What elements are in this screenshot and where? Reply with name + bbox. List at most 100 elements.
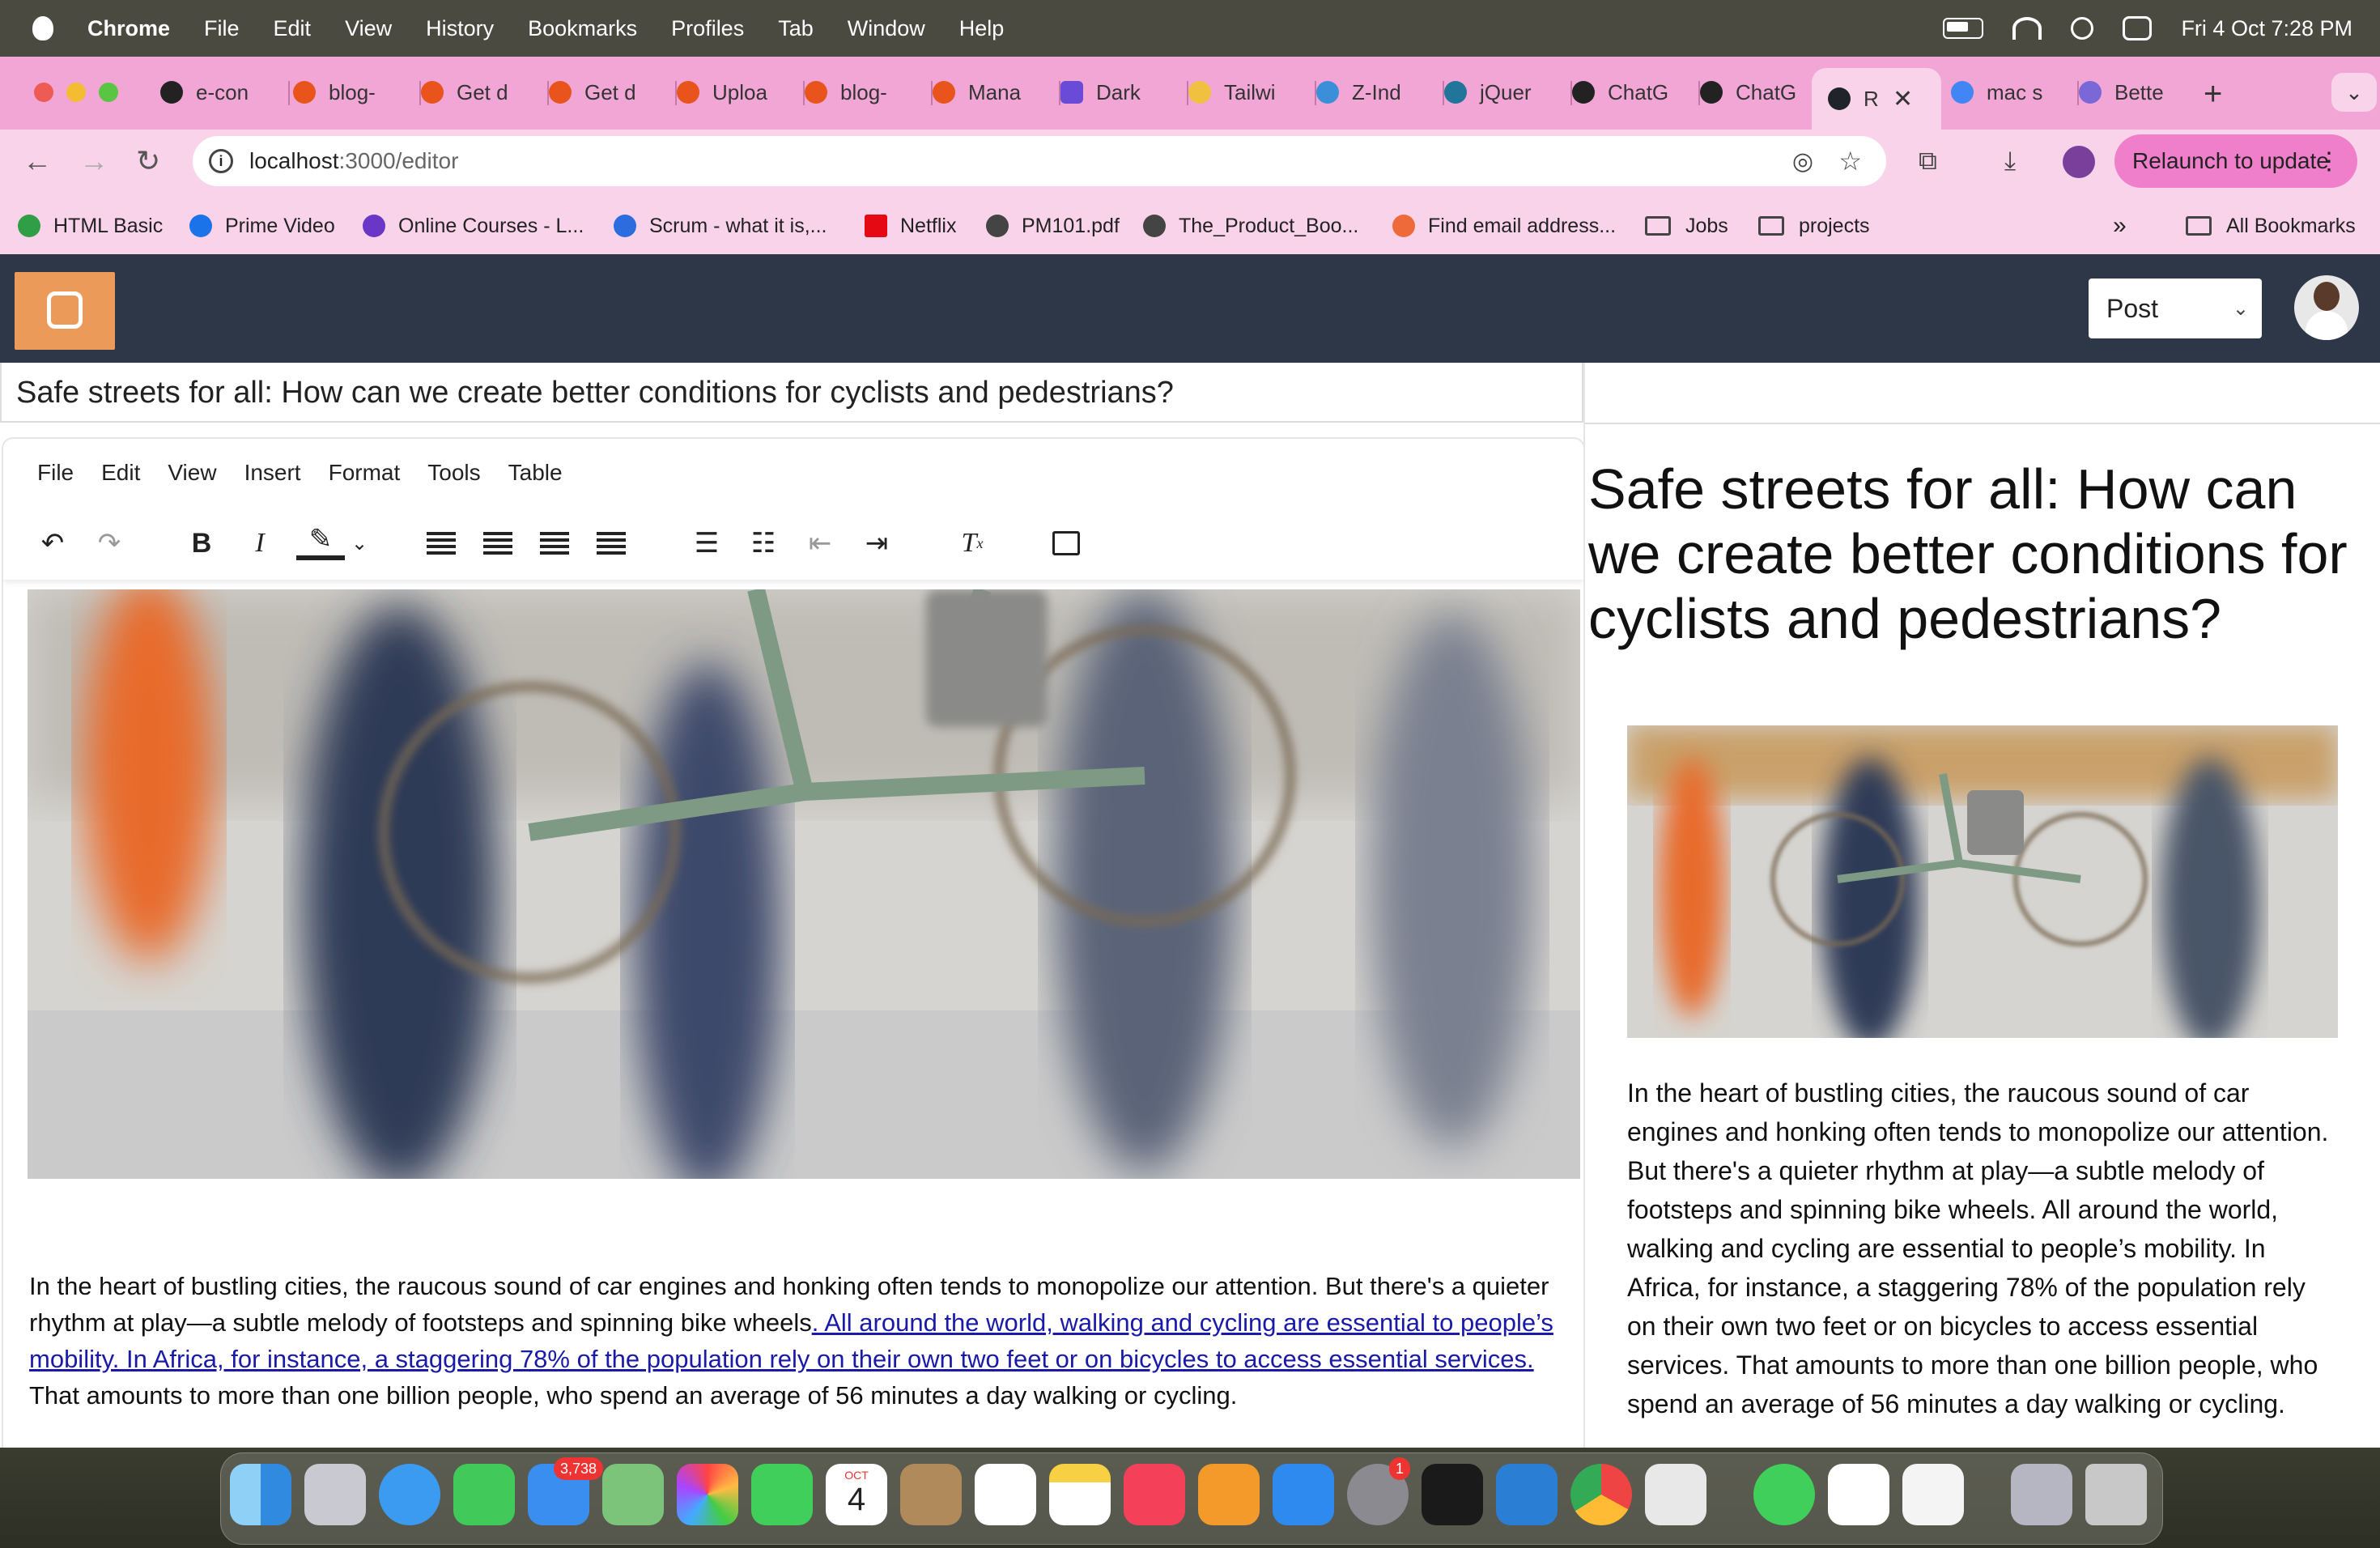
forward-arrow-icon[interactable]: → xyxy=(79,144,108,178)
tab-12[interactable]: ChatG xyxy=(1700,74,1812,110)
bookmark-3[interactable]: Scrum - what it is,... xyxy=(614,198,827,254)
bookmark-folder-projects[interactable]: projects xyxy=(1758,198,1870,254)
tab-0[interactable]: e-con xyxy=(160,74,290,110)
editor-menu-format[interactable]: Format xyxy=(329,460,401,486)
tab-6[interactable]: Mana xyxy=(933,74,1060,110)
redo-icon[interactable]: ↷ xyxy=(89,523,130,563)
bookmark-folder-jobs[interactable]: Jobs xyxy=(1645,198,1728,254)
battery-icon[interactable] xyxy=(1943,18,1984,39)
tab-15[interactable]: Bette xyxy=(2079,74,2192,110)
whatsapp-icon[interactable] xyxy=(1753,1464,1815,1525)
reminders-icon[interactable] xyxy=(975,1464,1036,1525)
bookmark-6[interactable]: The_Product_Boo... xyxy=(1143,198,1358,254)
undo-icon[interactable]: ↶ xyxy=(32,523,73,563)
close-tab-icon[interactable]: ✕ xyxy=(1893,85,1913,113)
tab-11[interactable]: ChatG xyxy=(1572,74,1700,110)
eye-off-icon[interactable]: ◎ xyxy=(1792,147,1813,176)
bookmark-5[interactable]: PM101.pdf xyxy=(986,198,1120,254)
tab-14[interactable]: mac s xyxy=(1951,74,2079,110)
tab-active[interactable]: R ✕ xyxy=(1812,68,1941,130)
align-left-icon[interactable] xyxy=(421,523,461,563)
post-title-input[interactable]: Safe streets for all: How can we create … xyxy=(0,363,1583,423)
zoom-window-button[interactable] xyxy=(99,83,118,102)
profile-avatar[interactable] xyxy=(2063,146,2095,178)
editor-menu-table[interactable]: Table xyxy=(508,460,563,486)
menu-bookmarks[interactable]: Bookmarks xyxy=(528,16,637,41)
tab-search-chevron-icon[interactable]: ⌄ xyxy=(2331,73,2377,112)
italic-icon[interactable]: I xyxy=(240,523,280,563)
tab-4[interactable]: Uploa xyxy=(677,74,805,110)
bookmark-7[interactable]: Find email address... xyxy=(1392,198,1616,254)
downloads-icon[interactable]: ⤓ xyxy=(2004,146,2016,176)
clock[interactable]: Fri 4 Oct 7:28 PM xyxy=(2181,16,2352,41)
menu-app-name[interactable]: Chrome xyxy=(87,16,170,41)
bold-icon[interactable]: B xyxy=(181,523,222,563)
relaunch-button[interactable]: Relaunch to update ⋮ xyxy=(2114,134,2357,188)
mongodb-icon[interactable] xyxy=(1828,1464,1889,1525)
new-tab-plus-icon[interactable]: + xyxy=(2204,76,2222,113)
all-bookmarks[interactable]: All Bookmarks xyxy=(2186,198,2356,254)
address-bar[interactable]: i localhost:3000/editor ◎ ☆ xyxy=(193,136,1886,186)
menu-profiles[interactable]: Profiles xyxy=(671,16,744,41)
extensions-puzzle-icon[interactable]: ⧉ xyxy=(1919,146,1937,176)
bookmark-star-icon[interactable]: ☆ xyxy=(1838,146,1862,176)
align-right-icon[interactable] xyxy=(534,523,575,563)
cyclist-photo[interactable] xyxy=(28,589,1580,1179)
tab-2[interactable]: Get d xyxy=(421,74,549,110)
bookmark-1[interactable]: Prime Video xyxy=(189,198,335,254)
contacts-icon[interactable] xyxy=(900,1464,962,1525)
bookmark-0[interactable]: HTML Basic xyxy=(18,198,163,254)
site-info-icon[interactable]: i xyxy=(209,149,233,173)
preview-icon[interactable] xyxy=(2011,1464,2072,1525)
music-icon[interactable] xyxy=(1124,1464,1185,1525)
menu-history[interactable]: History xyxy=(426,16,494,41)
user-avatar[interactable] xyxy=(2294,275,2359,340)
photos-icon[interactable] xyxy=(677,1464,738,1525)
editor-menu-edit[interactable]: Edit xyxy=(101,460,140,486)
editor-paragraph[interactable]: In the heart of bustling cities, the rau… xyxy=(29,1268,1559,1414)
chevron-down-icon[interactable]: ⌄ xyxy=(345,523,374,563)
more-bookmarks-chevron-icon[interactable]: » xyxy=(2113,198,2127,254)
kebab-menu-icon[interactable]: ⋮ xyxy=(2317,147,2341,176)
messages-icon[interactable] xyxy=(453,1464,515,1525)
calendar-icon[interactable]: OCT 4 xyxy=(826,1464,887,1525)
post-type-select[interactable]: Post ⌄ xyxy=(2089,279,2262,338)
minimize-window-button[interactable] xyxy=(66,83,86,102)
vscode-icon[interactable] xyxy=(1496,1464,1558,1525)
menu-view[interactable]: View xyxy=(345,16,392,41)
safari-icon[interactable] xyxy=(379,1464,440,1525)
wifi-icon[interactable] xyxy=(2012,17,2042,40)
control-center-icon[interactable] xyxy=(2123,16,2153,40)
terminal-icon[interactable] xyxy=(1422,1464,1483,1525)
indent-icon[interactable]: ⇥ xyxy=(856,523,897,563)
launchpad-icon[interactable] xyxy=(304,1464,366,1525)
trash-icon[interactable] xyxy=(2085,1464,2147,1525)
tab-3[interactable]: Get d xyxy=(549,74,677,110)
facetime-icon[interactable] xyxy=(751,1464,813,1525)
tab-8[interactable]: Tailwi xyxy=(1188,74,1316,110)
back-arrow-icon[interactable]: ← xyxy=(23,144,52,178)
spotlight-search-icon[interactable] xyxy=(2071,17,2094,40)
chrome-icon[interactable] xyxy=(1570,1464,1632,1525)
app-store-icon[interactable] xyxy=(1273,1464,1334,1525)
menu-file[interactable]: File xyxy=(204,16,240,41)
menu-window[interactable]: Window xyxy=(848,16,925,41)
editor-menu-file[interactable]: File xyxy=(37,460,74,486)
tab-5[interactable]: blog- xyxy=(805,74,933,110)
apple-icon[interactable] xyxy=(32,16,53,40)
align-justify-icon[interactable] xyxy=(591,523,631,563)
menu-tab[interactable]: Tab xyxy=(778,16,814,41)
bookmark-4[interactable]: Netflix xyxy=(865,198,956,254)
highlight-color-icon[interactable]: ✎ xyxy=(296,523,345,560)
numbered-list-icon[interactable]: ☷ xyxy=(743,523,784,563)
menu-help[interactable]: Help xyxy=(959,16,1005,41)
align-center-icon[interactable] xyxy=(478,523,518,563)
simulator-icon[interactable] xyxy=(1645,1464,1706,1525)
bullet-list-icon[interactable]: ☰ xyxy=(686,523,727,563)
textedit-icon[interactable] xyxy=(1902,1464,1964,1525)
editor-menu-tools[interactable]: Tools xyxy=(427,460,480,486)
tab-7[interactable]: Dark xyxy=(1060,74,1188,110)
menu-edit[interactable]: Edit xyxy=(274,16,312,41)
pages-icon[interactable] xyxy=(1198,1464,1260,1525)
tab-1[interactable]: blog- xyxy=(293,74,421,110)
